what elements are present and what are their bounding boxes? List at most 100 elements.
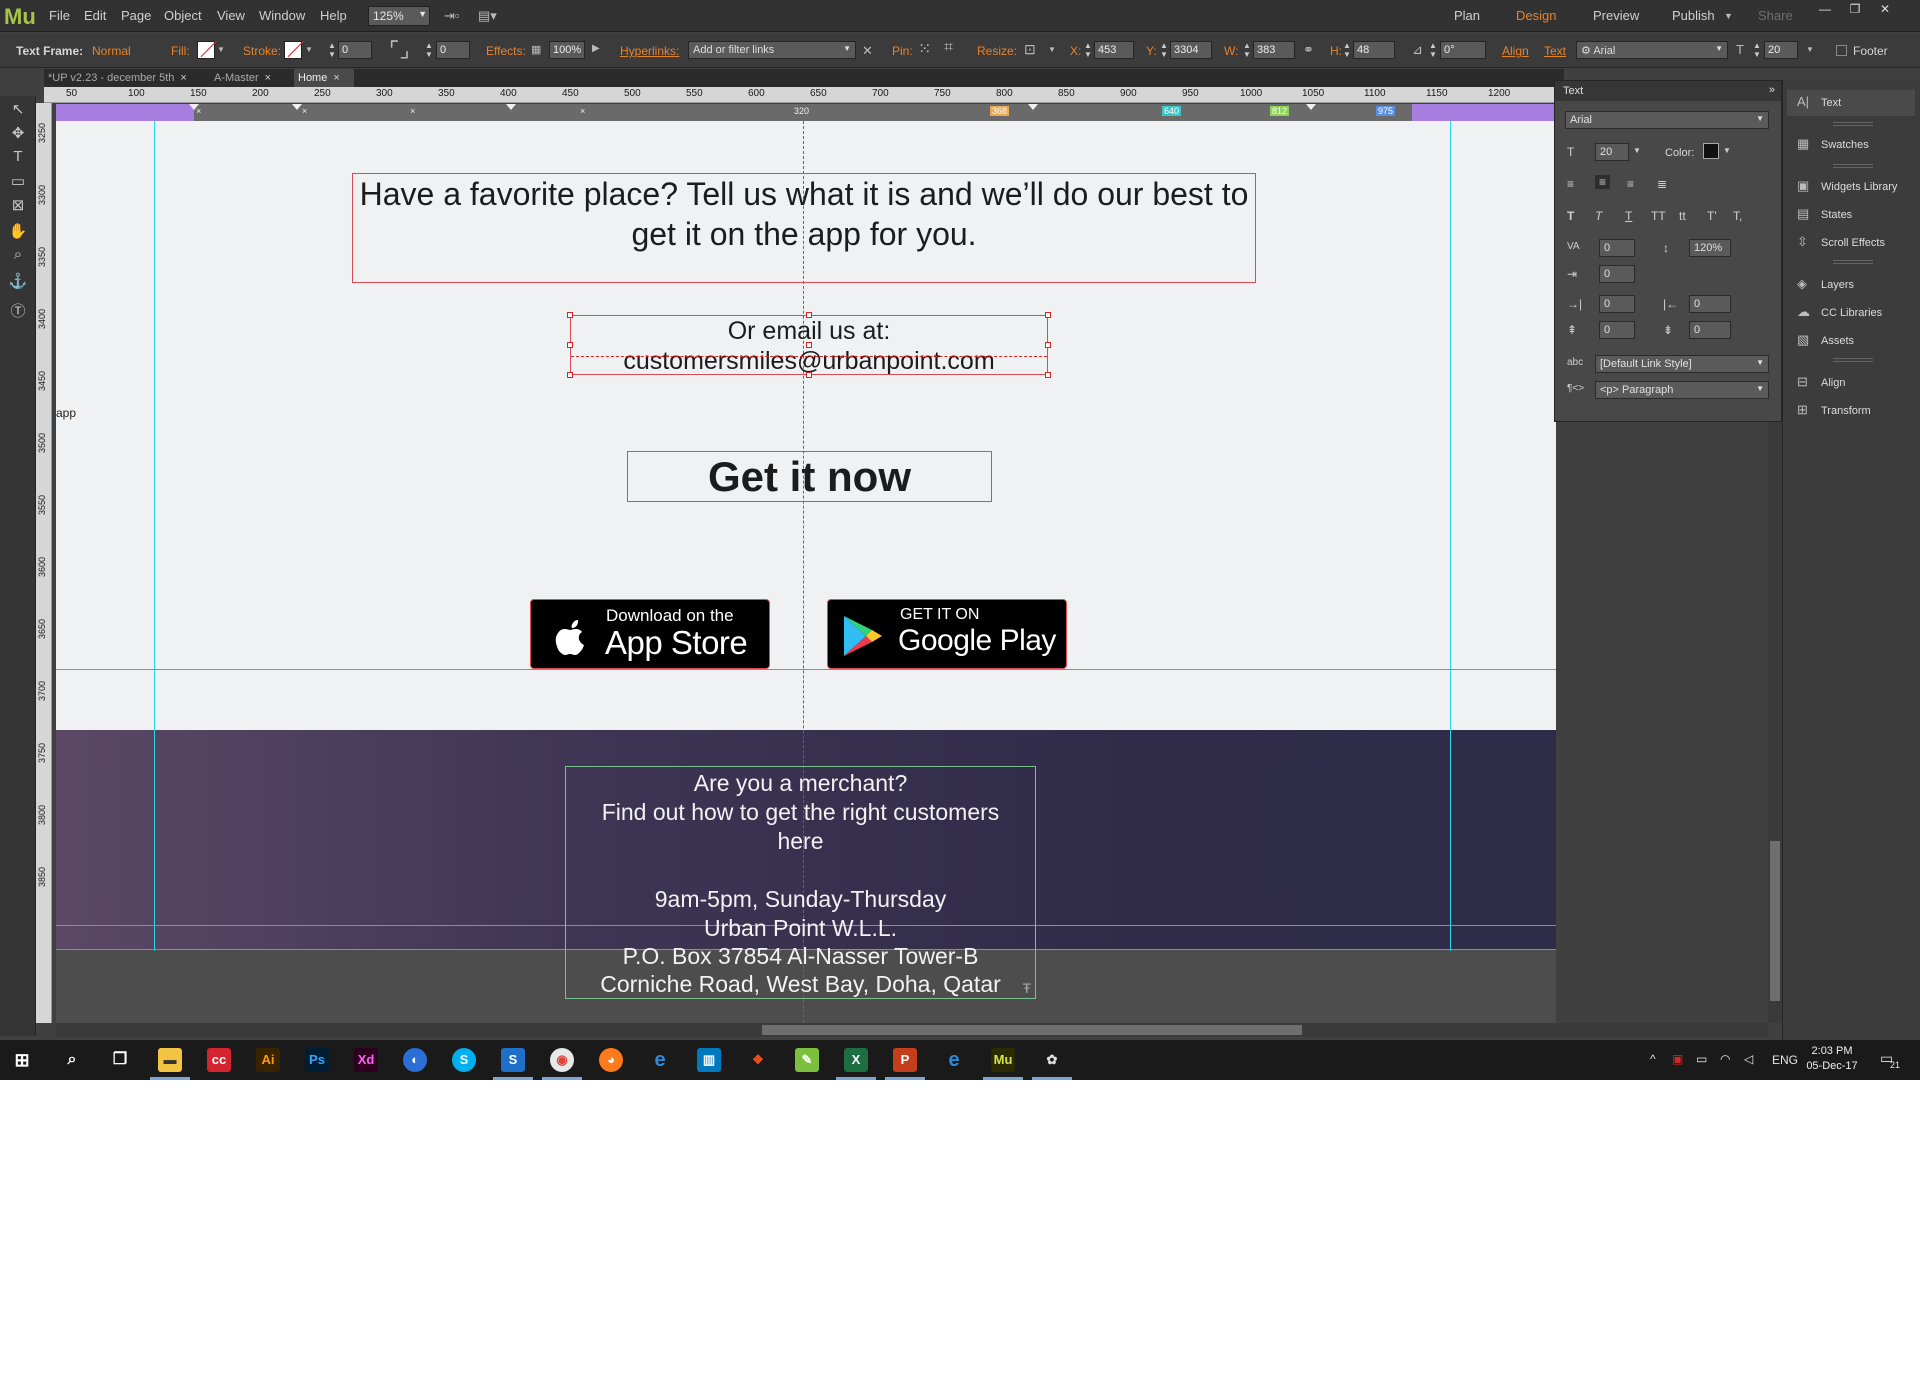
font-size-field[interactable]: 20 xyxy=(1764,41,1798,59)
angle-field[interactable]: 0° xyxy=(1440,41,1486,59)
menu-window[interactable]: Window xyxy=(259,8,305,23)
text-frame-mode-icon[interactable]: Ⓣ xyxy=(8,300,28,320)
resize-label[interactable]: Resize: xyxy=(977,44,1017,58)
stroke-swatch[interactable] xyxy=(284,41,302,59)
resize-handle[interactable] xyxy=(1045,342,1051,348)
pin-grid-icon[interactable]: ⁙ xyxy=(918,39,931,59)
firefox-icon[interactable]: ◕ xyxy=(599,1048,623,1072)
corner-radius-field[interactable]: 0 xyxy=(436,41,470,59)
selection-tool-icon[interactable]: ↖ xyxy=(8,100,28,120)
tray-app-icon[interactable]: ▣ xyxy=(1672,1052,1683,1066)
zoom-tool-icon[interactable]: ⌕ xyxy=(8,246,28,266)
hand-tool-icon[interactable]: ✋ xyxy=(8,222,28,242)
chevron-right-icon[interactable]: ▶ xyxy=(592,43,600,54)
close-icon[interactable]: × xyxy=(333,72,339,84)
battery-icon[interactable]: ▭ xyxy=(1696,1052,1707,1066)
chevron-down-icon[interactable]: ▼ xyxy=(305,45,313,54)
breakpoint-marker[interactable] xyxy=(1306,104,1316,110)
angle-spinner[interactable]: ▲ ▼ xyxy=(1428,41,1438,59)
language-indicator[interactable]: ENG xyxy=(1772,1053,1798,1067)
dock-widgets-library[interactable]: ▣ Widgets Library xyxy=(1797,178,1897,194)
headline-frame[interactable]: Have a favorite place? Tell us what it i… xyxy=(352,173,1256,283)
clock[interactable]: 2:03 PM 05-Dec-17 xyxy=(1800,1044,1864,1074)
text-frame-style[interactable]: Normal xyxy=(92,44,131,58)
panel-font-dropdown[interactable]: Arial ▼ xyxy=(1565,111,1769,129)
tab-home[interactable]: Home × xyxy=(294,69,354,87)
cta-frame[interactable]: Get it now xyxy=(627,451,992,502)
chevron-down-icon[interactable]: ▼ xyxy=(1048,45,1056,54)
volume-icon[interactable]: ◁ xyxy=(1744,1052,1753,1066)
merchant-link-line[interactable]: Find out how to get the right customers xyxy=(566,798,1035,827)
chevron-down-icon[interactable]: ▼ xyxy=(1723,146,1731,155)
menu-object[interactable]: Object xyxy=(164,8,202,23)
internet-explorer-icon[interactable]: e xyxy=(648,1048,672,1072)
hyperlinks-label[interactable]: Hyperlinks: xyxy=(620,44,679,58)
mode-preview[interactable]: Preview xyxy=(1593,8,1639,23)
pin-center-icon[interactable]: ⌗ xyxy=(944,39,953,57)
superscript-icon[interactable]: T' xyxy=(1707,209,1717,223)
panel-size-field[interactable]: 20 xyxy=(1595,143,1629,161)
align-link[interactable]: Align xyxy=(1502,44,1529,58)
w-spinner[interactable]: ▲ ▼ xyxy=(1242,41,1252,59)
dock-layers[interactable]: ◈ Layers xyxy=(1797,276,1854,292)
scroll-thumb[interactable] xyxy=(762,1025,1302,1035)
restore-icon[interactable]: ❐ xyxy=(1842,2,1868,18)
minimize-icon[interactable]: — xyxy=(1812,2,1838,18)
menu-help[interactable]: Help xyxy=(320,8,347,23)
breakpoint-975[interactable]: 975 xyxy=(1376,106,1396,116)
anchor-tool-icon[interactable]: ⚓ xyxy=(8,272,28,292)
dock-transform[interactable]: ⊞ Transform xyxy=(1797,402,1871,418)
stroke-label[interactable]: Stroke: xyxy=(243,44,281,58)
resize-mode-icon[interactable]: ⊡ xyxy=(1024,41,1036,58)
dock-align[interactable]: ⊟ Align xyxy=(1797,374,1845,390)
corner-spinner[interactable]: ▲ ▼ xyxy=(424,41,434,59)
fill-label[interactable]: Fill: xyxy=(171,44,190,58)
search-icon[interactable]: ⌕ xyxy=(60,1048,84,1072)
breakpoint-368[interactable]: 368 xyxy=(990,106,1010,116)
all-caps-icon[interactable]: TT xyxy=(1651,209,1666,223)
guide-vertical[interactable] xyxy=(1450,121,1451,951)
leading-field[interactable]: 120% xyxy=(1689,239,1731,257)
skype-icon[interactable]: S xyxy=(452,1048,476,1072)
link-style-dropdown[interactable]: [Default Link Style] ▼ xyxy=(1595,355,1769,373)
windows-start-icon[interactable]: ⊞ xyxy=(10,1048,34,1072)
page-nav-icon[interactable]: ⇥▫ xyxy=(444,8,460,24)
footer-checkbox[interactable] xyxy=(1836,45,1847,56)
dock-assets[interactable]: ▧ Assets xyxy=(1797,332,1854,348)
scroll-thumb[interactable] xyxy=(1770,841,1780,1001)
zoom-dropdown[interactable]: 125% ▼ xyxy=(368,6,430,26)
pin-label[interactable]: Pin: xyxy=(892,44,913,58)
underline-icon[interactable]: T xyxy=(1625,209,1632,223)
close-icon[interactable]: × xyxy=(265,72,271,84)
design-canvas[interactable]: app Have a favorite place? Tell us what … xyxy=(56,121,1556,1023)
chevron-up-icon[interactable]: ^ xyxy=(1650,1052,1656,1066)
bold-icon[interactable]: T xyxy=(1567,209,1574,223)
mode-plan[interactable]: Plan xyxy=(1454,8,1480,23)
mode-design[interactable]: Design xyxy=(1516,8,1556,23)
chevron-down-icon[interactable]: ▼ xyxy=(217,45,225,54)
breakpoint-640[interactable]: 640 xyxy=(1162,106,1182,116)
creative-cloud-icon[interactable]: cc xyxy=(207,1048,231,1072)
muse-icon[interactable]: Mu xyxy=(991,1048,1015,1072)
menu-page[interactable]: Page xyxy=(121,8,151,23)
resize-handle[interactable] xyxy=(1045,312,1051,318)
photoshop-icon[interactable]: Ps xyxy=(305,1048,329,1072)
figma-icon[interactable]: ❖ xyxy=(746,1048,770,1072)
close-icon[interactable]: × xyxy=(180,72,186,84)
google-play-button[interactable]: GET IT ON Google Play xyxy=(827,599,1067,669)
space-before-field[interactable]: 0 xyxy=(1599,321,1635,339)
dock-states[interactable]: ▤ States xyxy=(1797,206,1852,222)
tab-a-master[interactable]: A-Master × xyxy=(210,69,286,87)
breakpoint-close-icon[interactable]: × xyxy=(196,106,201,116)
resize-handle[interactable] xyxy=(567,372,573,378)
align-right-icon[interactable]: ≡ xyxy=(1627,177,1634,191)
resize-handle[interactable] xyxy=(567,312,573,318)
breakpoint-bar[interactable]: × × × × 320 368 640 812 975 xyxy=(56,104,1556,121)
y-spinner[interactable]: ▲ ▼ xyxy=(1159,41,1169,59)
right-indent-field[interactable]: 0 xyxy=(1689,295,1731,313)
stroke-spinner[interactable]: ▲ ▼ xyxy=(327,41,337,59)
effects-icon[interactable]: ▦ xyxy=(531,43,541,56)
justify-icon[interactable]: ≣ xyxy=(1657,177,1667,191)
w-field[interactable]: 383 xyxy=(1253,41,1295,59)
app-icon[interactable]: ◐ xyxy=(403,1048,427,1072)
